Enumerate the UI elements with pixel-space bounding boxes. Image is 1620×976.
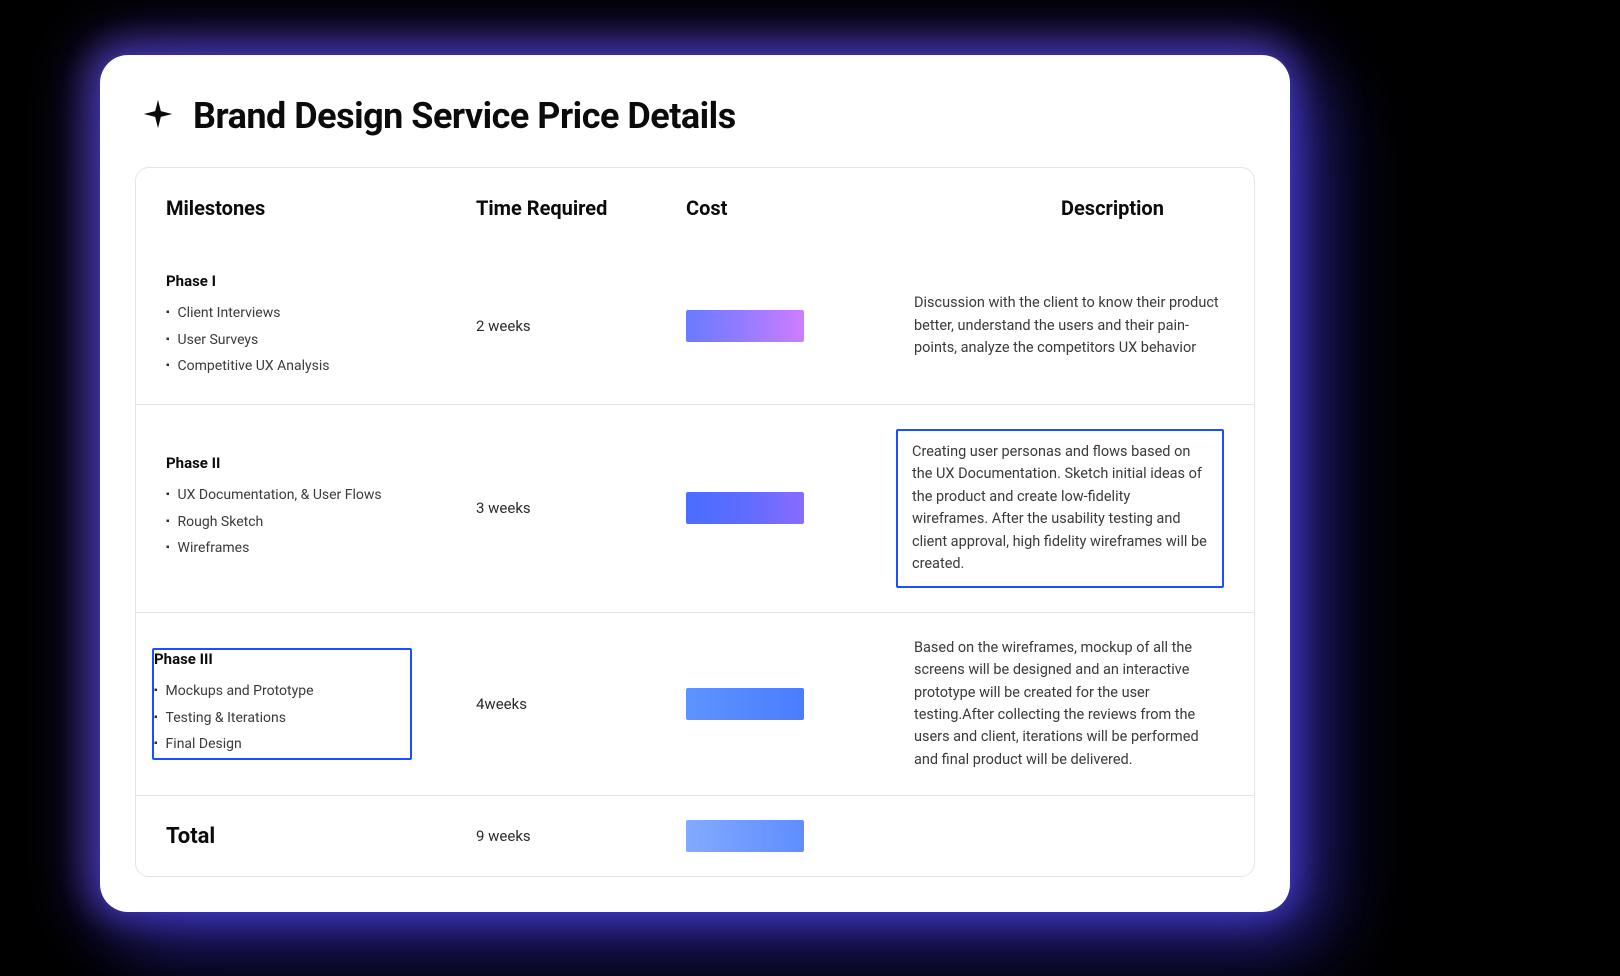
total-time: 9 weeks <box>476 827 676 845</box>
milestone-cell: Phase II UX Documentation, & User FlowsRo… <box>166 454 466 562</box>
pricing-table: Milestones Time Required Cost Descriptio… <box>135 167 1255 877</box>
header-cost: Cost <box>686 196 886 220</box>
list-item: Mockups and Prototype <box>154 678 410 705</box>
page-title: Brand Design Service Price Details <box>193 95 736 137</box>
cost-cell <box>686 492 886 524</box>
list-item: Rough Sketch <box>166 509 466 536</box>
cost-chip <box>686 492 804 524</box>
table-header-row: Milestones Time Required Cost Descriptio… <box>136 168 1254 248</box>
table-row: Phase II UX Documentation, & User FlowsRo… <box>136 404 1254 612</box>
title-row: Brand Design Service Price Details <box>135 95 1255 137</box>
list-item: Wireframes <box>166 535 466 562</box>
highlighted-description: Creating user personas and flows based o… <box>896 429 1224 588</box>
description-cell: Based on the wireframes, mockup of all t… <box>896 637 1224 772</box>
time-cell: 2 weeks <box>476 317 676 335</box>
sparkle-icon <box>141 97 175 135</box>
phase-title: Phase I <box>166 272 466 290</box>
list-item: User Surveys <box>166 327 466 354</box>
description-cell: Discussion with the client to know their… <box>896 292 1224 359</box>
cost-chip <box>686 688 804 720</box>
highlighted-milestone: Phase III Mockups and PrototypeTesting & … <box>152 648 412 760</box>
table-row: Phase III Mockups and PrototypeTesting & … <box>136 612 1254 796</box>
total-label: Total <box>166 824 466 849</box>
list-item: UX Documentation, & User Flows <box>166 482 466 509</box>
list-item: Final Design <box>154 731 410 758</box>
description-text: Discussion with the client to know their… <box>896 292 1224 359</box>
milestone-cell: Phase IIIMockups and PrototypeTesting & … <box>166 648 466 760</box>
time-cell: 4weeks <box>476 695 676 713</box>
cost-chip <box>686 310 804 342</box>
phase-title: Phase II <box>166 454 466 472</box>
list-item: Testing & Iterations <box>154 705 410 732</box>
cost-cell <box>686 310 886 342</box>
header-time: Time Required <box>476 196 676 220</box>
total-row: Total 9 weeks <box>136 795 1254 876</box>
time-cell: 3 weeks <box>476 499 676 517</box>
phase-title: Phase III <box>154 650 410 668</box>
header-description: Description <box>896 196 1224 220</box>
cost-cell <box>686 688 886 720</box>
total-cost-chip <box>686 820 886 852</box>
phase-items-list: Mockups and PrototypeTesting & Iteration… <box>154 678 410 758</box>
list-item: Client Interviews <box>166 300 466 327</box>
header-milestones: Milestones <box>166 196 466 220</box>
phase-items-list: Client InterviewsUser SurveysCompetitive… <box>166 300 466 380</box>
milestone-cell: Phase I Client InterviewsUser SurveysComp… <box>166 272 466 380</box>
description-text: Based on the wireframes, mockup of all t… <box>896 637 1224 772</box>
phase-items-list: UX Documentation, & User FlowsRough Sket… <box>166 482 466 562</box>
pricing-card: Brand Design Service Price Details Miles… <box>100 55 1290 912</box>
list-item: Competitive UX Analysis <box>166 353 466 380</box>
description-cell: Creating user personas and flows based o… <box>896 429 1224 588</box>
table-row: Phase I Client InterviewsUser SurveysComp… <box>136 248 1254 404</box>
